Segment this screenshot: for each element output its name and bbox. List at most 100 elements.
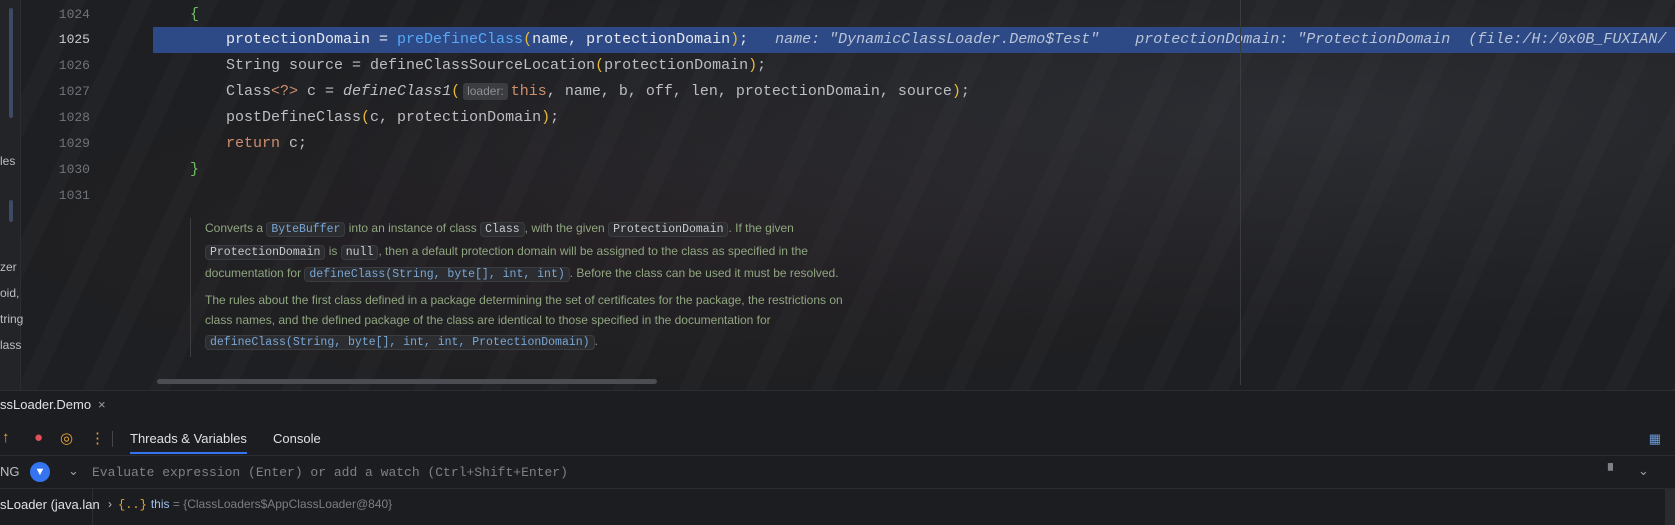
doc-code: Class bbox=[480, 222, 525, 237]
code-line-1028[interactable]: postDefineClass(c, protectionDomain); bbox=[226, 109, 559, 126]
close-icon[interactable]: × bbox=[98, 397, 106, 412]
code-line-1024[interactable]: { bbox=[190, 6, 199, 23]
variable-name: this bbox=[150, 497, 170, 511]
doc-text: is bbox=[328, 243, 338, 258]
scroll-marker bbox=[9, 8, 13, 118]
vertical-scrollbar[interactable] bbox=[1665, 488, 1675, 525]
paren: ) bbox=[541, 109, 551, 126]
paren: ) bbox=[730, 31, 740, 48]
code-line-1029[interactable]: return c; bbox=[226, 135, 307, 152]
tab-console[interactable]: Console bbox=[273, 431, 321, 446]
mute-breakpoints-icon[interactable]: ◎ bbox=[60, 429, 73, 447]
code-line-1030[interactable]: } bbox=[190, 161, 199, 178]
doc-text: into an instance of class bbox=[348, 221, 477, 235]
doc-code: null bbox=[340, 244, 379, 260]
right-margin-guide bbox=[1240, 0, 1241, 385]
line-number-gutter[interactable]: 1024 1025 1026 1027 1028 1029 1030 1031 bbox=[20, 0, 150, 390]
code-text: c = bbox=[298, 83, 344, 100]
debug-toolbar: ↑ ● ◎ ⋮ Threads & Variables Console ▦ bbox=[0, 421, 1675, 456]
code-editor[interactable]: les zer oid, tring lass 1024 1025 1026 1… bbox=[0, 0, 1675, 390]
code-line-1027[interactable]: Class<?> c = defineClass1(loader: this, n… bbox=[226, 83, 970, 100]
doc-text: . If the given bbox=[728, 221, 794, 235]
doc-code-link[interactable]: ByteBuffer bbox=[266, 222, 346, 237]
paren: ( bbox=[451, 83, 461, 100]
doc-text: The rules about the first class defined … bbox=[205, 292, 843, 328]
close-brace: } bbox=[190, 161, 200, 178]
debug-tool-window[interactable]: ssLoader.Demo × ↑ ● ◎ ⋮ Threads & Variab… bbox=[0, 390, 1675, 525]
paren: ( bbox=[595, 57, 605, 74]
frames-list[interactable]: sLoader (java.lan bbox=[0, 488, 100, 525]
doc-code-link[interactable]: defineClass(String, byte[], int, int) bbox=[304, 267, 570, 282]
method-call: defineClassSourceLocation bbox=[370, 57, 596, 74]
method-call: postDefineClass bbox=[226, 109, 362, 126]
line-number[interactable]: 1029 bbox=[34, 136, 90, 151]
line-number-current[interactable]: 1025 bbox=[34, 32, 90, 47]
line-number[interactable]: 1030 bbox=[34, 162, 90, 177]
javadoc-paragraph: The rules about the first class defined … bbox=[205, 290, 845, 354]
code-args: c, protectionDomain bbox=[370, 109, 542, 126]
code-text: c; bbox=[280, 135, 308, 152]
code-text: Class bbox=[226, 83, 272, 100]
object-icon: {..} bbox=[118, 498, 147, 512]
project-panel-edge: les zer oid, tring lass bbox=[0, 0, 23, 390]
doc-text: , with the given bbox=[524, 221, 605, 235]
generic-type: <?> bbox=[271, 83, 299, 100]
debug-session-tab[interactable]: ssLoader.Demo bbox=[0, 397, 91, 412]
inline-debug-value[interactable]: protectionDomain: "ProtectionDomain (fil… bbox=[1135, 31, 1666, 48]
code-line-1026[interactable]: String source = defineClassSourceLocatio… bbox=[226, 57, 766, 74]
doc-text: . bbox=[594, 333, 598, 348]
tab-threads-variables[interactable]: Threads & Variables bbox=[130, 431, 247, 454]
paren: ( bbox=[523, 31, 533, 48]
watch-bar: NG ▼ ⌄ ▘ ⌄ bbox=[0, 455, 1675, 489]
pin-icon[interactable]: ▘ bbox=[1608, 463, 1618, 479]
keyword: return bbox=[226, 135, 281, 152]
inline-debug-value[interactable]: name: "DynamicClassLoader.Demo$Test" bbox=[775, 31, 1099, 48]
doc-text: . Before the class can be used it must b… bbox=[569, 266, 839, 280]
method-call: defineClass1 bbox=[343, 83, 452, 100]
scroll-marker bbox=[9, 200, 13, 222]
code-text: protectionDomain = bbox=[226, 31, 398, 48]
variable-value: {ClassLoaders$AppClassLoader@840} bbox=[183, 497, 393, 511]
javadoc-paragraph: Converts a ByteBuffer into an instance o… bbox=[205, 218, 845, 286]
code-text: ; bbox=[739, 31, 749, 48]
variable-equals: = bbox=[169, 497, 184, 511]
variable-row[interactable]: › {..} this = {ClassLoaders$AppClassLoader… bbox=[108, 497, 392, 512]
doc-code: ProtectionDomain bbox=[205, 244, 326, 260]
view-breakpoints-icon[interactable]: ● bbox=[34, 429, 43, 446]
truncated-tree-item[interactable]: lass bbox=[0, 338, 21, 352]
debug-session-tabs: ssLoader.Demo × bbox=[0, 391, 1675, 421]
code-args: protectionDomain bbox=[604, 57, 749, 74]
doc-code-link[interactable]: defineClass(String, byte[], int, int, Pr… bbox=[205, 334, 595, 350]
more-options-icon[interactable]: ⋮ bbox=[90, 429, 105, 447]
truncated-tree-item[interactable]: zer bbox=[0, 260, 17, 274]
paren: ) bbox=[951, 83, 961, 100]
open-brace: { bbox=[190, 6, 200, 23]
code-line-1025[interactable]: protectionDomain = preDefineClass(name, … bbox=[226, 31, 1666, 48]
code-args: , name, b, off, len, protectionDomain, s… bbox=[546, 83, 952, 100]
line-number[interactable]: 1031 bbox=[34, 188, 90, 203]
rendered-javadoc: Converts a ByteBuffer into an instance o… bbox=[190, 218, 845, 357]
line-number[interactable]: 1026 bbox=[34, 58, 90, 73]
chevron-down-icon[interactable]: ⌄ bbox=[1638, 463, 1649, 479]
doc-text: Converts a bbox=[205, 221, 264, 235]
line-number[interactable]: 1028 bbox=[34, 110, 90, 125]
keyword: this bbox=[510, 83, 547, 100]
truncated-tree-item[interactable]: les bbox=[0, 154, 15, 168]
filter-icon[interactable]: ▼ bbox=[30, 462, 50, 482]
expand-arrow-icon[interactable]: › bbox=[108, 497, 112, 511]
method-call: preDefineClass bbox=[397, 31, 524, 48]
truncated-tree-item[interactable]: oid, bbox=[0, 286, 19, 300]
step-out-icon[interactable]: ↑ bbox=[2, 429, 10, 446]
line-number[interactable]: 1027 bbox=[34, 84, 90, 99]
layout-settings-icon[interactable]: ▦ bbox=[1649, 431, 1661, 447]
paren: ) bbox=[748, 57, 758, 74]
horizontal-scrollbar[interactable] bbox=[157, 379, 657, 384]
toolbar-divider bbox=[112, 431, 113, 447]
chevron-down-icon[interactable]: ⌄ bbox=[68, 463, 79, 479]
thread-selector-label[interactable]: NG bbox=[0, 464, 20, 479]
stack-frame-item[interactable]: sLoader (java.lan bbox=[0, 497, 100, 512]
line-number[interactable]: 1024 bbox=[34, 7, 90, 22]
evaluate-expression-input[interactable] bbox=[90, 461, 1594, 483]
code-args: name, protectionDomain bbox=[532, 31, 731, 48]
parameter-hint: loader: bbox=[463, 83, 508, 100]
